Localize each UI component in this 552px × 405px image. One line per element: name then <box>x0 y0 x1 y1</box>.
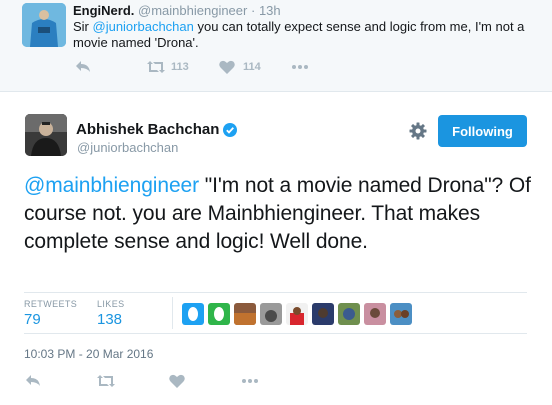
heart-icon <box>219 60 235 74</box>
main-like-button[interactable] <box>169 374 241 388</box>
reply-icon <box>25 374 41 388</box>
retweets-value: 79 <box>24 311 41 328</box>
parent-mention-link[interactable]: @juniorbachchan <box>93 19 194 34</box>
parent-text-prefix: Sir <box>73 19 93 34</box>
parent-author-handle[interactable]: @mainbhiengineer <box>138 3 247 18</box>
likes-stat[interactable]: LIKES 138 <box>97 299 125 328</box>
more-icon <box>291 64 309 70</box>
liker-avatar[interactable] <box>208 303 230 325</box>
main-avatar[interactable] <box>25 114 67 156</box>
liker-avatar[interactable] <box>312 303 334 325</box>
main-retweet-button[interactable] <box>97 374 169 388</box>
parent-header: EngiNerd. @mainbhiengineer · 13h <box>73 3 281 18</box>
more-icon <box>241 378 259 384</box>
parent-more-button[interactable] <box>291 64 309 70</box>
liker-avatar[interactable] <box>260 303 282 325</box>
parent-avatar[interactable] <box>22 3 66 47</box>
retweet-icon <box>97 374 115 388</box>
reply-icon <box>75 60 91 74</box>
retweets-label: RETWEETS <box>24 299 78 309</box>
liker-avatar[interactable] <box>338 303 360 325</box>
liker-avatar[interactable] <box>234 303 256 325</box>
main-author-name-row: Abhishek Bachchan <box>76 121 238 138</box>
main-tweet-text: @mainbhiengineer "I'm not a movie named … <box>24 172 534 256</box>
liker-avatar[interactable] <box>286 303 308 325</box>
parent-separator: · <box>250 3 256 18</box>
heart-icon <box>169 374 185 388</box>
tweet-stats: RETWEETS 79 LIKES 138 <box>24 292 527 334</box>
liker-avatar[interactable] <box>364 303 386 325</box>
parent-tweet: EngiNerd. @mainbhiengineer · 13h Sir @ju… <box>0 0 552 92</box>
liker-avatar[interactable] <box>390 303 412 325</box>
likes-value: 138 <box>97 311 123 328</box>
main-author-name[interactable]: Abhishek Bachchan <box>76 121 219 138</box>
gear-icon[interactable] <box>409 122 427 145</box>
retweet-icon <box>147 60 165 74</box>
tweet-timestamp[interactable]: 10:03 PM - 20 Mar 2016 <box>24 347 153 361</box>
stats-divider <box>172 297 173 329</box>
main-actions <box>25 374 259 388</box>
parent-like-button[interactable]: 114 <box>219 60 291 74</box>
parent-timestamp[interactable]: 13h <box>259 3 281 18</box>
liker-avatars <box>182 303 416 325</box>
parent-like-count: 114 <box>243 61 261 73</box>
likes-label: LIKES <box>97 299 125 309</box>
verified-badge-icon <box>223 122 238 137</box>
main-reply-button[interactable] <box>25 374 97 388</box>
main-tweet-header: Abhishek Bachchan @juniorbachchan Follow… <box>0 93 552 173</box>
following-button[interactable]: Following <box>438 115 527 147</box>
main-author-handle[interactable]: @juniorbachchan <box>77 140 178 155</box>
parent-tweet-text: Sir @juniorbachchan you can totally expe… <box>73 19 543 51</box>
parent-author-name[interactable]: EngiNerd. <box>73 3 134 18</box>
liker-avatar[interactable] <box>182 303 204 325</box>
retweets-stat[interactable]: RETWEETS 79 <box>24 299 77 328</box>
parent-retweet-button[interactable]: 113 <box>147 60 219 74</box>
parent-reply-button[interactable] <box>75 60 147 74</box>
main-mention-link[interactable]: @mainbhiengineer <box>24 174 199 197</box>
parent-actions: 113 114 <box>75 60 309 74</box>
parent-retweet-count: 113 <box>171 61 189 73</box>
main-more-button[interactable] <box>241 378 259 384</box>
